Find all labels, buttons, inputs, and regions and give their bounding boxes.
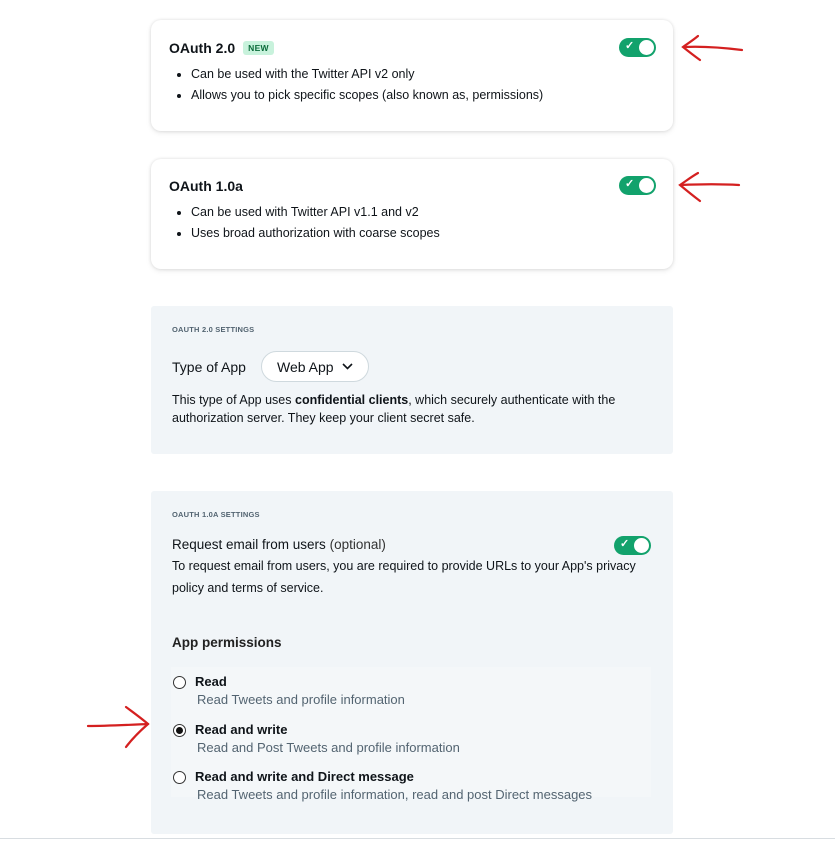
chevron-down-icon — [341, 363, 353, 370]
desc-bold: confidential clients — [295, 393, 409, 407]
list-item: Allows you to pick specific scopes (also… — [191, 88, 543, 102]
option-desc: Read Tweets and profile information — [197, 692, 405, 707]
toggle-knob — [639, 178, 654, 193]
list-item: Uses broad authorization with coarse sco… — [191, 226, 440, 240]
desc-prefix: This type of App uses — [172, 393, 295, 407]
request-email-description: To request email from users, you are req… — [172, 559, 636, 595]
app-type-description: This type of App uses confidential clien… — [172, 391, 642, 427]
oauth2-toggle[interactable]: ✓ — [619, 38, 656, 57]
oauth1-title: OAuth 1.0a — [169, 178, 243, 194]
radio-read-write-dm[interactable] — [173, 771, 186, 784]
check-icon: ✓ — [625, 40, 635, 52]
app-permissions-label: App permissions — [172, 635, 282, 650]
list-item: Can be used with Twitter API v1.1 and v2 — [191, 205, 440, 219]
oauth2-card: OAuth 2.0 NEW ✓ Can be used with the Twi… — [151, 20, 673, 131]
oauth1-title-text: OAuth 1.0a — [169, 178, 243, 194]
oauth2-settings-panel: OAUTH 2.0 SETTINGS Type of App Web App T… — [151, 306, 673, 454]
oauth1-toggle[interactable]: ✓ — [619, 176, 656, 195]
type-of-app-label: Type of App — [172, 359, 246, 375]
radio-read[interactable] — [173, 676, 186, 689]
oauth1-settings-label: OAUTH 1.0A SETTINGS — [172, 510, 260, 519]
oauth2-title: OAuth 2.0 NEW — [169, 40, 274, 56]
request-email-text: Request email from users — [172, 537, 326, 552]
new-badge: NEW — [243, 41, 274, 55]
annotation-arrow-icon — [86, 705, 150, 749]
optional-text: (optional) — [329, 537, 386, 552]
oauth2-settings-label: OAUTH 2.0 SETTINGS — [172, 325, 255, 334]
toggle-knob — [639, 40, 654, 55]
radio-read-write[interactable] — [173, 724, 186, 737]
oauth2-title-text: OAuth 2.0 — [169, 40, 236, 56]
oauth1-settings-panel: OAUTH 1.0A SETTINGS Request email from u… — [151, 491, 673, 834]
option-title: Read — [195, 674, 227, 689]
request-email-label: Request email from users (optional) — [172, 537, 386, 552]
page-divider — [0, 838, 835, 839]
option-title: Read and write and Direct message — [195, 769, 414, 784]
annotation-arrow-icon — [678, 171, 741, 203]
check-icon: ✓ — [625, 178, 635, 190]
check-icon: ✓ — [620, 538, 630, 550]
oauth2-bullets: Can be used with the Twitter API v2 only… — [169, 67, 543, 109]
oauth1-bullets: Can be used with Twitter API v1.1 and v2… — [169, 205, 440, 247]
app-type-value: Web App — [277, 358, 334, 375]
app-type-select[interactable]: Web App — [261, 351, 369, 382]
toggle-knob — [634, 538, 649, 553]
option-desc: Read Tweets and profile information, rea… — [197, 787, 593, 802]
list-item: Can be used with the Twitter API v2 only — [191, 67, 543, 81]
annotation-arrow-icon — [681, 34, 744, 62]
permissions-options: Read Read Tweets and profile information… — [171, 667, 651, 802]
oauth1-card: OAuth 1.0a ✓ Can be used with Twitter AP… — [151, 159, 673, 269]
option-title: Read and write — [195, 722, 288, 737]
option-desc: Read and Post Tweets and profile informa… — [197, 740, 460, 755]
request-email-toggle[interactable]: ✓ — [614, 536, 651, 555]
